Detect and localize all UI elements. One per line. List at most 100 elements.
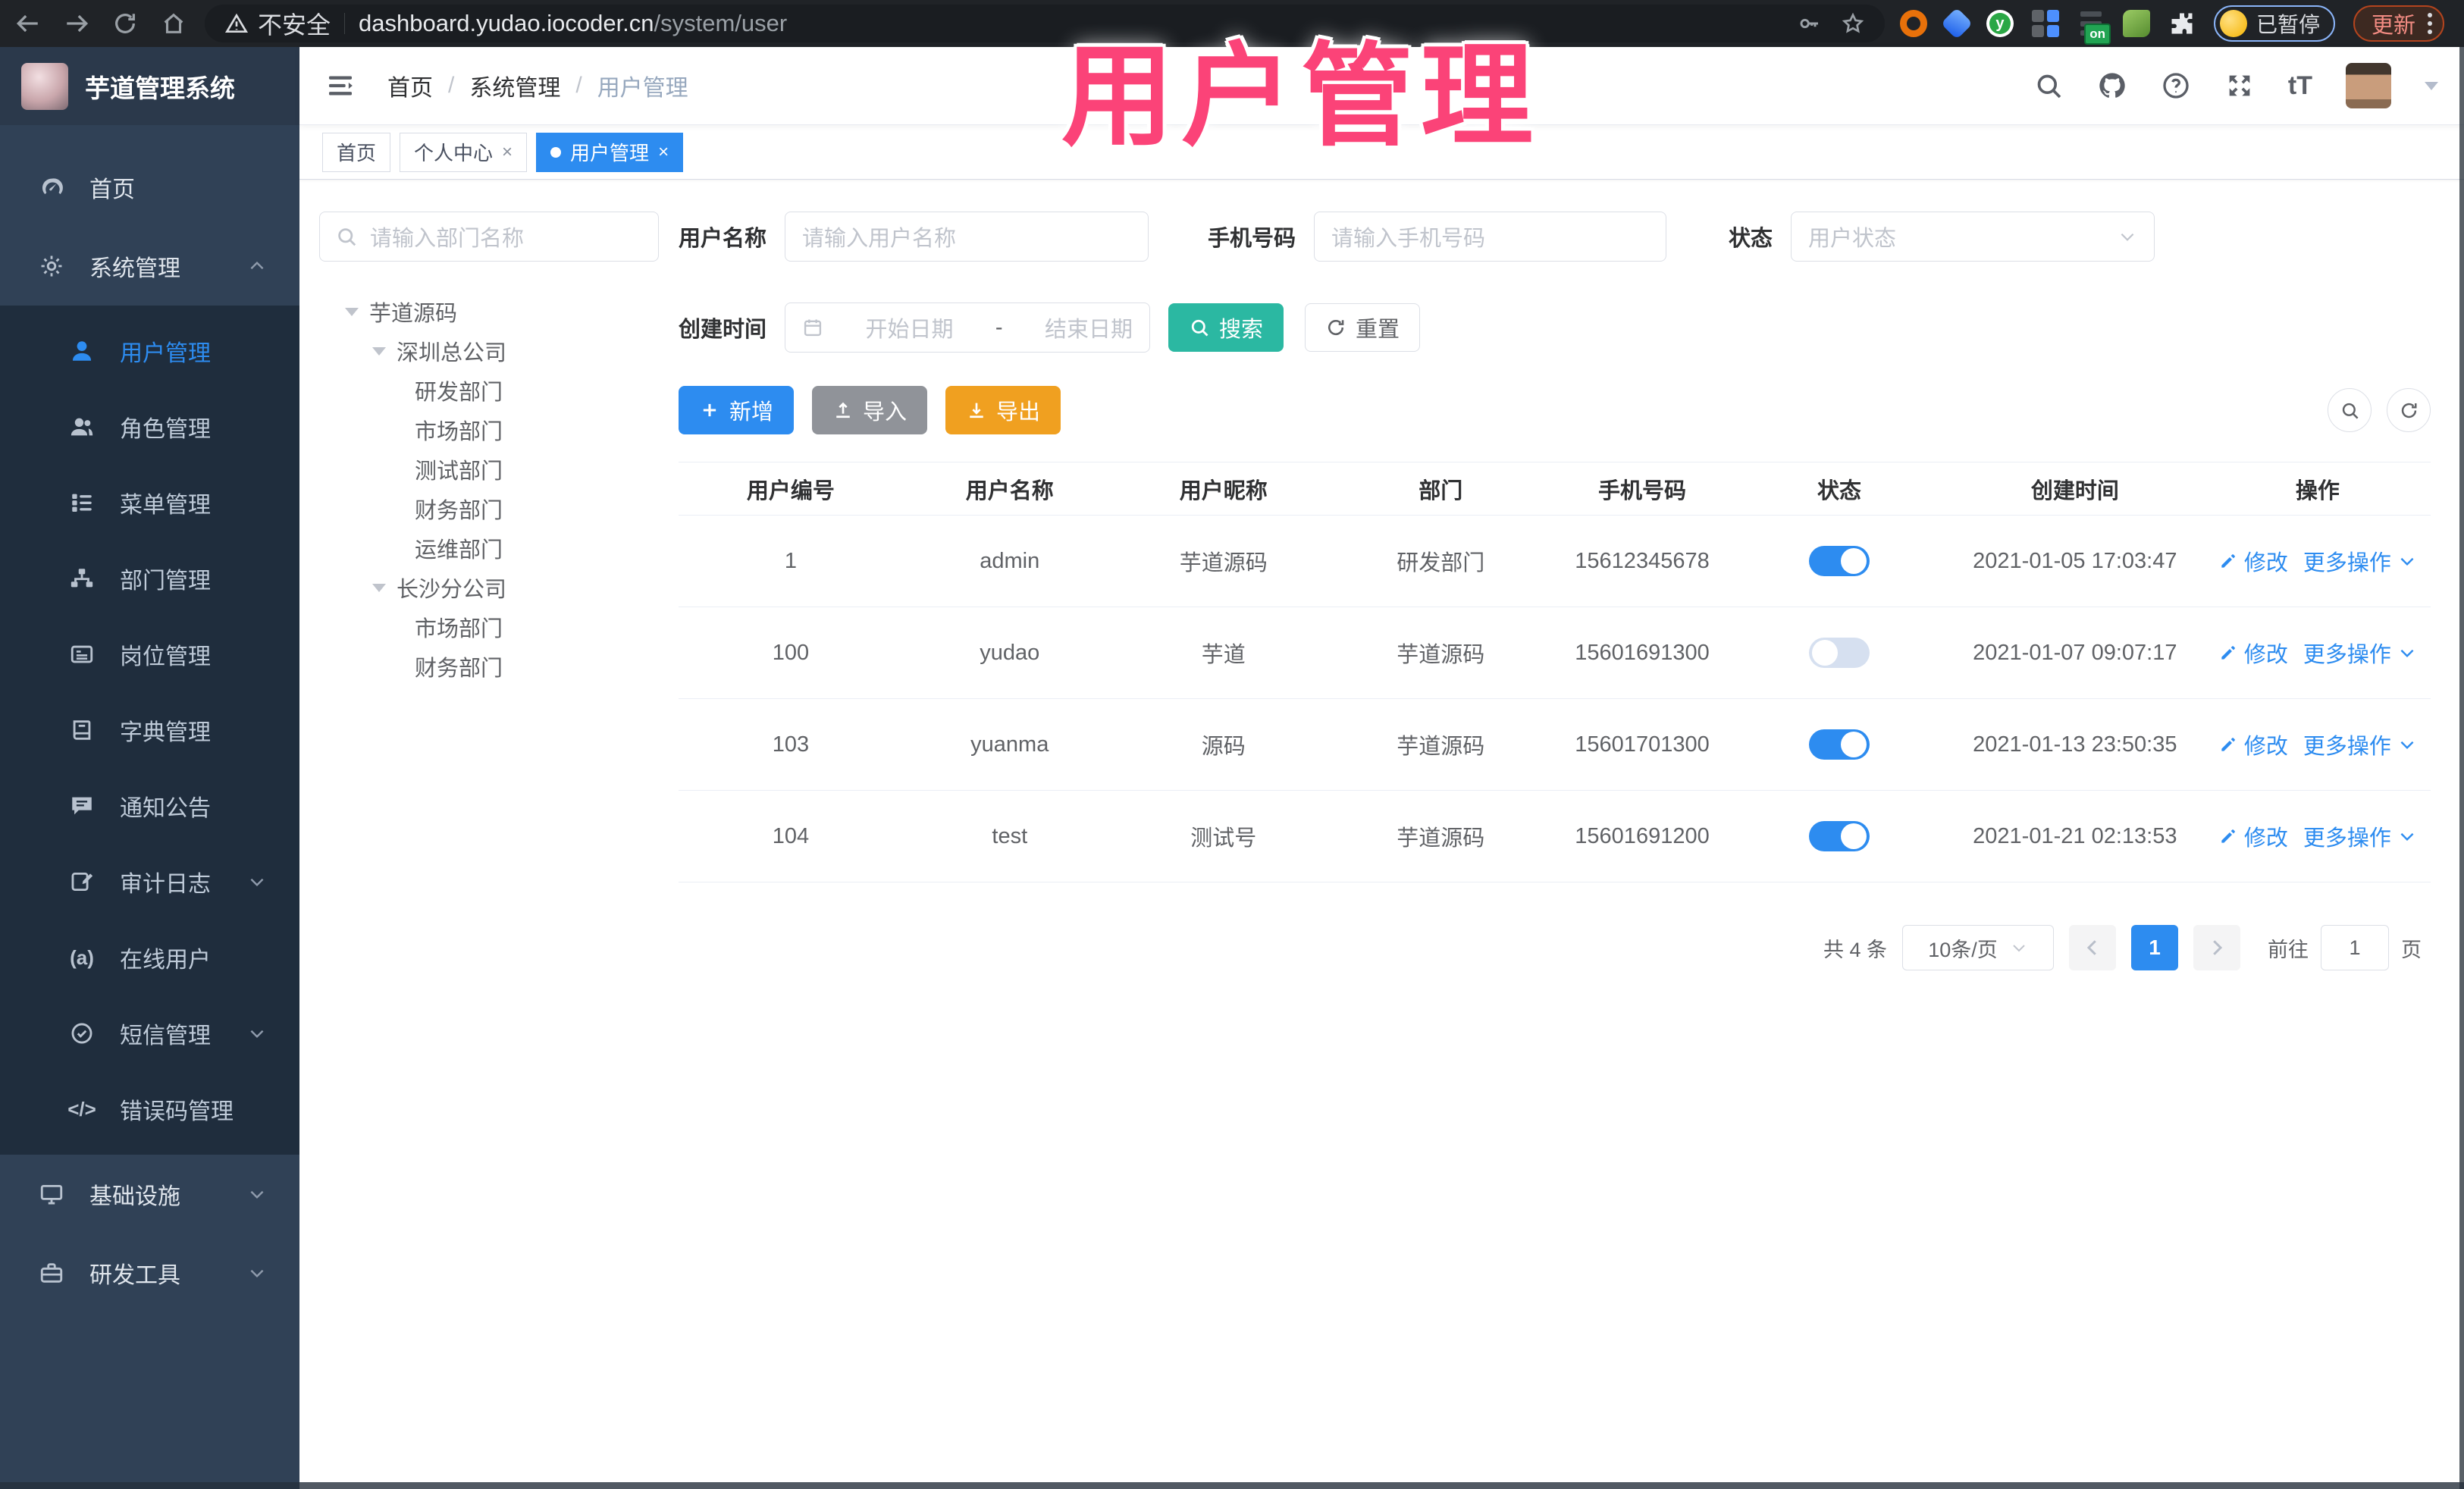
status-toggle[interactable] — [1809, 729, 1870, 760]
tree-expand-caret-icon[interactable] — [372, 583, 386, 592]
status-toggle[interactable] — [1809, 546, 1870, 576]
more-actions-link[interactable]: 更多操作 — [2303, 545, 2417, 577]
browser-forward-icon[interactable] — [64, 11, 89, 36]
avatar-caret-down-icon[interactable] — [2425, 81, 2438, 90]
edit-link[interactable]: 修改 — [2218, 729, 2288, 760]
app-logo-row[interactable]: 芋道管理系统 — [0, 47, 299, 125]
edit-link[interactable]: 修改 — [2218, 545, 2288, 577]
page-size-select[interactable]: 10条/页 — [1902, 925, 2054, 970]
sidebar-item-infrastructure[interactable]: 基础设施 — [0, 1155, 299, 1234]
url-domain: dashboard.yudao.iocoder.cn — [359, 10, 654, 36]
sidebar-item-error-code[interactable]: </> 错误码管理 — [0, 1071, 299, 1147]
extensions-puzzle-icon[interactable] — [2168, 10, 2196, 37]
tree-node[interactable]: 深圳总公司 — [319, 331, 659, 371]
extension-gem-icon[interactable] — [1940, 7, 1973, 40]
github-icon[interactable] — [2097, 71, 2127, 101]
tree-node[interactable]: 市场部门 — [319, 410, 659, 450]
sidebar-item-post-management[interactable]: 岗位管理 — [0, 616, 299, 692]
username-input[interactable]: 请输入用户名称 — [785, 212, 1149, 262]
goto-page-input[interactable]: 1 — [2321, 925, 2389, 970]
help-question-icon[interactable] — [2161, 71, 2191, 101]
sidebar-item-user-management[interactable]: 用户管理 — [0, 313, 299, 389]
user-avatar[interactable] — [2346, 63, 2391, 108]
sidebar-item-audit-log[interactable]: 审计日志 — [0, 844, 299, 920]
tree-node[interactable]: 芋道源码 — [319, 292, 659, 331]
bookmark-star-icon[interactable] — [1841, 11, 1865, 36]
close-icon[interactable]: × — [658, 142, 669, 163]
tree-node[interactable]: 长沙分公司 — [319, 568, 659, 607]
next-page-button[interactable] — [2193, 925, 2240, 970]
sidebar-item-dept-management[interactable]: 部门管理 — [0, 541, 299, 616]
more-actions-link[interactable]: 更多操作 — [2303, 729, 2417, 760]
tree-node[interactable]: 研发部门 — [319, 371, 659, 410]
sidebar-item-devtools[interactable]: 研发工具 — [0, 1234, 299, 1312]
address-bar[interactable]: 不安全 dashboard.yudao.iocoder.cn/system/us… — [205, 5, 1885, 42]
edit-link[interactable]: 修改 — [2218, 637, 2288, 669]
tree-node-label: 测试部门 — [415, 459, 503, 484]
tree-node[interactable]: 财务部门 — [319, 489, 659, 528]
sidebar-item-notice[interactable]: 通知公告 — [0, 768, 299, 844]
extension-switch-icon[interactable]: on — [2077, 10, 2111, 45]
add-button[interactable]: 新增 — [679, 386, 795, 434]
browser-menu-dots-icon[interactable] — [2428, 13, 2432, 34]
import-button[interactable]: 导入 — [812, 386, 928, 434]
search-button[interactable]: 搜索 — [1168, 303, 1284, 352]
toggle-search-button[interactable] — [2328, 388, 2372, 432]
extension-leaf-icon[interactable] — [2122, 10, 2150, 37]
sidebar-item-sms[interactable]: 短信管理 — [0, 995, 299, 1071]
edit-link[interactable]: 修改 — [2218, 820, 2288, 852]
tree-node[interactable]: 财务部门 — [319, 647, 659, 686]
reset-button[interactable]: 重置 — [1305, 303, 1421, 352]
export-button[interactable]: 导出 — [945, 386, 1061, 434]
mobile-input[interactable]: 请输入手机号码 — [1314, 212, 1667, 262]
more-actions-link[interactable]: 更多操作 — [2303, 820, 2417, 852]
hamburger-icon[interactable] — [325, 71, 356, 101]
tab-profile[interactable]: 个人中心 × — [400, 132, 528, 172]
tree-expand-caret-icon[interactable] — [372, 346, 386, 356]
status-select[interactable]: 用户状态 — [1791, 212, 2155, 262]
sidebar-item-dict-management[interactable]: 字典管理 — [0, 692, 299, 768]
close-icon[interactable]: × — [502, 142, 513, 163]
column-header: 用户昵称 — [1116, 462, 1331, 516]
fullscreen-icon[interactable] — [2224, 71, 2255, 101]
browser-profile-badge[interactable]: 已暂停 — [2213, 5, 2335, 42]
font-size-icon[interactable]: tT — [2288, 73, 2312, 99]
tab-label: 用户管理 — [570, 142, 650, 165]
status-toggle[interactable] — [1809, 638, 1870, 668]
extension-grid-icon[interactable] — [2031, 10, 2059, 37]
breadcrumb-item[interactable]: 首页 — [387, 69, 433, 102]
refresh-table-button[interactable] — [2387, 388, 2431, 432]
tree-node[interactable]: 运维部门 — [319, 528, 659, 568]
current-page-button[interactable]: 1 — [2131, 925, 2178, 970]
security-warning[interactable]: 不安全 — [224, 6, 331, 41]
pagination: 共 4 条 10条/页 1 前往 1 页 — [679, 925, 2431, 970]
tree-node-label: 财务部门 — [415, 657, 503, 681]
browser-home-icon[interactable] — [161, 11, 187, 36]
prev-page-button[interactable] — [2069, 925, 2116, 970]
sidebar-item-menu-management[interactable]: 菜单管理 — [0, 465, 299, 541]
sidebar-menu: 首页 系统管理 用户管理 角色管理 菜单管理部门管理岗位管理 字典管理 通知公告 审计日志 (a… — [0, 125, 299, 1312]
chevron-down-icon — [2010, 939, 2028, 957]
header-search-icon[interactable] — [2033, 71, 2064, 101]
dept-search-input[interactable]: 请输入部门名称 — [319, 212, 659, 262]
tab-user-management[interactable]: 用户管理 × — [536, 132, 684, 172]
browser-reload-icon[interactable] — [112, 11, 138, 36]
extension-ring-icon[interactable] — [1899, 10, 1927, 37]
sidebar-item-home[interactable]: 首页 — [0, 148, 299, 227]
breadcrumb-item[interactable]: 系统管理 — [469, 69, 560, 102]
tree-node[interactable]: 市场部门 — [319, 607, 659, 647]
status-toggle[interactable] — [1809, 821, 1870, 851]
more-actions-link[interactable]: 更多操作 — [2303, 637, 2417, 669]
tree-node[interactable]: 测试部门 — [319, 450, 659, 489]
date-range-input[interactable]: 开始日期 - 结束日期 — [785, 303, 1151, 353]
extension-green-icon[interactable]: y — [1986, 10, 2014, 37]
browser-back-icon[interactable] — [15, 11, 41, 36]
browser-update-button[interactable]: 更新 — [2353, 5, 2444, 42]
sidebar-item-online-users[interactable]: (a) 在线用户 — [0, 920, 299, 995]
sidebar-item-system[interactable]: 系统管理 — [0, 227, 299, 306]
tab-home[interactable]: 首页 — [322, 132, 391, 172]
password-key-icon[interactable] — [1797, 11, 1821, 36]
sidebar-item-label: 部门管理 — [120, 569, 211, 594]
sidebar-item-role-management[interactable]: 角色管理 — [0, 389, 299, 465]
tree-expand-caret-icon[interactable] — [345, 307, 359, 316]
